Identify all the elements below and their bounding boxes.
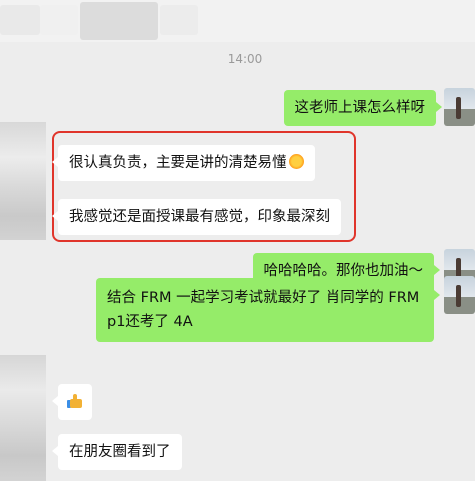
incoming-message[interactable]: 我感觉还是面授课最有感觉，印象最深刻 bbox=[52, 199, 341, 235]
blurred-region bbox=[40, 5, 78, 35]
blurred-region bbox=[80, 2, 158, 40]
outgoing-message[interactable]: 结合 FRM 一起学习考试就最好了 肖同学的 FRM p1还考了 4A bbox=[96, 278, 440, 342]
my-avatar[interactable] bbox=[444, 276, 475, 314]
incoming-message[interactable] bbox=[52, 384, 92, 420]
blurred-region bbox=[160, 5, 198, 35]
blurred-region bbox=[0, 5, 40, 35]
message-text: 我感觉还是面授课最有感觉，印象最深刻 bbox=[69, 209, 330, 225]
message-text: 很认真负责，主要是讲的清楚易懂 bbox=[69, 155, 287, 171]
message-timestamp: 14:00 bbox=[227, 52, 263, 66]
incoming-message[interactable]: 在朋友圈看到了 bbox=[52, 434, 182, 470]
contact-avatar-blurred[interactable] bbox=[0, 355, 46, 481]
message-text: 结合 FRM 一起学习考试就最好了 肖同学的 FRM p1还考了 4A bbox=[107, 290, 420, 330]
contact-avatar-blurred[interactable] bbox=[0, 122, 46, 240]
outgoing-message[interactable]: 这老师上课怎么样呀 bbox=[283, 90, 442, 126]
my-avatar[interactable] bbox=[444, 88, 475, 126]
message-text: 这老师上课怎么样呀 bbox=[294, 100, 426, 116]
incoming-message[interactable]: 很认真负责，主要是讲的清楚易懂 bbox=[52, 145, 315, 181]
chat-header-blurred bbox=[0, 0, 475, 42]
thumbs-up-icon bbox=[67, 393, 83, 409]
message-text: 在朋友圈看到了 bbox=[69, 444, 171, 460]
message-text: 哈哈哈哈。那你也加油～ bbox=[263, 263, 424, 279]
sun-icon bbox=[288, 154, 304, 169]
